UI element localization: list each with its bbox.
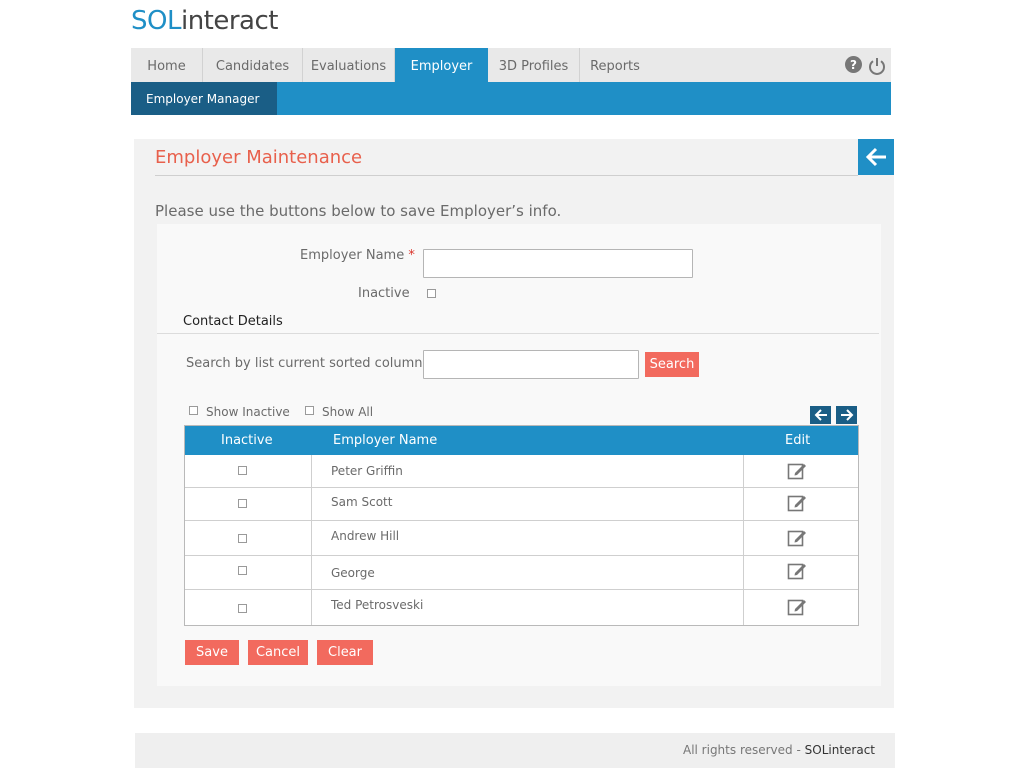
table-row: Ted Petrosveski: [185, 590, 858, 625]
help-icon[interactable]: ?: [845, 56, 862, 73]
arrow-left-icon: [865, 147, 886, 167]
edit-icon[interactable]: [787, 493, 807, 513]
top-nav: Home Candidates Evaluations Employer 3D …: [131, 48, 891, 82]
tab-3d-profiles[interactable]: 3D Profiles: [488, 48, 580, 82]
row-inactive-checkbox[interactable]: [238, 534, 247, 543]
search-input[interactable]: [423, 350, 639, 379]
edit-icon[interactable]: [787, 461, 807, 481]
search-button[interactable]: Search: [645, 352, 699, 377]
footer-text: All rights reserved - SOLinteract: [683, 743, 875, 757]
show-inactive-label: Show Inactive: [206, 405, 290, 419]
employer-table: Inactive Employer Name Edit Peter Griffi…: [184, 425, 859, 626]
contact-divider: [157, 333, 879, 334]
table-header: Inactive Employer Name Edit: [185, 426, 858, 455]
edit-icon[interactable]: [787, 528, 807, 548]
power-icon[interactable]: [867, 56, 887, 76]
contact-details-heading: Contact Details: [183, 314, 283, 329]
next-page-button[interactable]: [836, 406, 857, 424]
page-title: Employer Maintenance: [155, 147, 363, 168]
clear-button[interactable]: Clear: [317, 640, 373, 665]
edit-icon[interactable]: [787, 561, 807, 581]
tab-evaluations[interactable]: Evaluations: [303, 48, 395, 82]
logo-prefix: SOL: [131, 6, 181, 36]
column-header-employer-name[interactable]: Employer Name: [333, 426, 437, 455]
table-row: George: [185, 556, 858, 590]
tab-candidates[interactable]: Candidates: [203, 48, 303, 82]
row-employer-name: Ted Petrosveski: [331, 598, 424, 612]
footer-rights: All rights reserved -: [682, 743, 805, 757]
nav-icon-group: ?: [845, 56, 887, 76]
cancel-button[interactable]: Cancel: [248, 640, 308, 665]
inactive-checkbox[interactable]: [427, 289, 436, 298]
table-row: Sam Scott: [185, 488, 858, 521]
tab-reports[interactable]: Reports: [580, 48, 650, 82]
row-inactive-checkbox[interactable]: [238, 604, 247, 613]
table-row: Andrew Hill: [185, 521, 858, 556]
subtab-employer-manager[interactable]: Employer Manager: [131, 82, 277, 115]
table-row: Peter Griffin: [185, 455, 858, 488]
footer: All rights reserved - SOLinteract: [135, 733, 895, 768]
logo-rest: interact: [180, 6, 279, 36]
required-marker: *: [408, 248, 415, 263]
search-label: Search by list current sorted column:: [186, 356, 427, 371]
column-header-edit: Edit: [785, 433, 811, 448]
row-employer-name: Andrew Hill: [331, 529, 400, 543]
save-button[interactable]: Save: [185, 640, 239, 665]
edit-icon[interactable]: [787, 597, 807, 617]
employer-name-input[interactable]: [423, 249, 693, 278]
tab-employer[interactable]: Employer: [395, 48, 488, 82]
row-employer-name: Peter Griffin: [331, 464, 403, 478]
row-employer-name: Sam Scott: [331, 495, 393, 509]
sub-nav: Employer Manager: [131, 82, 891, 115]
row-inactive-checkbox[interactable]: [238, 566, 247, 575]
title-divider: [155, 175, 858, 176]
show-inactive-checkbox[interactable]: [189, 406, 198, 415]
row-employer-name: George: [331, 566, 375, 580]
tab-home[interactable]: Home: [131, 48, 203, 82]
arrow-left-icon: [814, 409, 827, 421]
app-logo: SOLinteract: [131, 6, 278, 36]
employer-name-label-text: Employer Name: [300, 248, 405, 263]
arrow-right-icon: [840, 409, 853, 421]
row-inactive-checkbox[interactable]: [238, 499, 247, 508]
intro-text: Please use the buttons below to save Emp…: [155, 202, 562, 220]
inactive-label: Inactive: [358, 286, 410, 301]
row-inactive-checkbox[interactable]: [238, 466, 247, 475]
show-all-checkbox[interactable]: [305, 406, 314, 415]
prev-page-button[interactable]: [810, 406, 831, 424]
employer-name-label: Employer Name *: [300, 248, 415, 263]
footer-brand: SOLinteract: [804, 743, 875, 757]
back-button[interactable]: [858, 139, 894, 175]
show-all-label: Show All: [322, 405, 374, 419]
column-header-inactive[interactable]: Inactive: [221, 426, 273, 455]
